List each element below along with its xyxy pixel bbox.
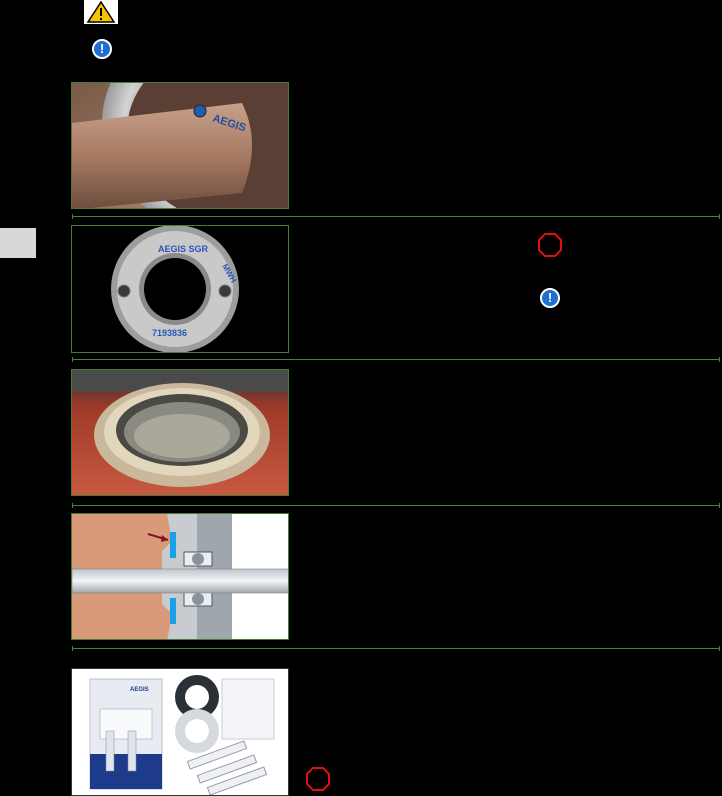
ring-installed-on-shaft-photo: AEGIS xyxy=(71,82,289,209)
section-divider xyxy=(72,503,720,508)
info-icon: ! xyxy=(540,288,560,308)
ring-mounted-in-housing-photo xyxy=(71,369,289,496)
section-divider xyxy=(72,357,720,362)
installation-kit-photo: AEGIS xyxy=(71,668,289,796)
kit-card-brand: AEGIS xyxy=(130,687,149,693)
split-ring-top-view-photo: AEGIS SGR 7193836 MWH xyxy=(71,225,289,353)
chapter-tab xyxy=(0,228,36,258)
section-divider xyxy=(72,214,720,219)
stop-icon xyxy=(538,233,562,257)
info-icon: ! xyxy=(92,39,112,59)
ring-top-text: AEGIS SGR xyxy=(158,244,209,254)
cross-section-diagram xyxy=(71,513,289,640)
stop-icon xyxy=(306,767,330,791)
warning-icon xyxy=(84,0,118,24)
ring-bottom-text: 7193836 xyxy=(152,328,187,338)
section-divider xyxy=(72,646,720,651)
